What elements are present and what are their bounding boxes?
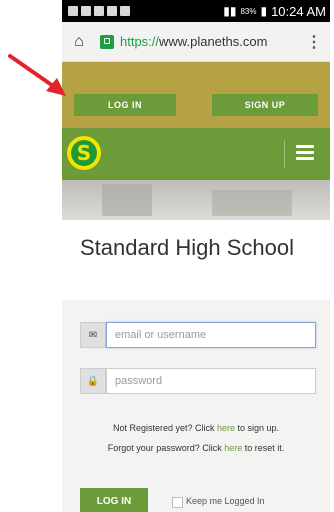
keep-logged-in-label: Keep me Logged In: [186, 496, 265, 506]
signup-message-prefix: Not Registered yet? Click: [112, 423, 217, 433]
envelope-icon: ✉: [80, 322, 106, 348]
hero-image: [62, 180, 330, 220]
notification-icons: [68, 6, 130, 16]
notification-icon: [81, 6, 91, 16]
top-navigation: LOG IN SIGN UP: [62, 62, 330, 128]
clock-time: 10:24 AM: [271, 3, 326, 19]
overflow-menu-icon[interactable]: ⋮: [306, 32, 322, 52]
status-right: ▮▮ 83% ▮ 10:24 AM: [223, 4, 326, 19]
hamburger-menu-icon[interactable]: [296, 145, 314, 161]
signup-link[interactable]: here: [217, 423, 235, 433]
annotation-arrow-icon: [8, 54, 66, 96]
school-logo[interactable]: S: [67, 136, 101, 170]
keep-logged-in-checkbox[interactable]: [172, 497, 183, 508]
lock-icon: [100, 34, 114, 49]
signup-message-suffix: to sign up.: [235, 423, 280, 433]
url-scheme: https://: [120, 34, 160, 49]
page-title: Standard High School: [80, 235, 295, 260]
url-host: www.planeths.com: [159, 34, 268, 49]
status-bar: ▮▮ 83% ▮ 10:24 AM: [62, 0, 330, 22]
login-submit-button[interactable]: LOG IN: [80, 488, 148, 512]
battery-icon: ▮: [260, 4, 268, 18]
divider: [284, 140, 285, 168]
reset-link[interactable]: here: [224, 443, 242, 453]
nav-signup-button[interactable]: SIGN UP: [212, 94, 318, 116]
message-icon: [68, 6, 78, 16]
reset-message: Forgot your password? Click here to rese…: [62, 443, 330, 453]
signup-message: Not Registered yet? Click here to sign u…: [62, 423, 330, 433]
reset-message-suffix: to reset it.: [242, 443, 285, 453]
battery-percent: 83%: [240, 6, 257, 16]
logo-letter: S: [71, 140, 97, 166]
url-text[interactable]: https://www.planeths.com: [120, 34, 267, 49]
email-row: ✉ email or username: [80, 322, 316, 348]
nav-login-button[interactable]: LOG IN: [74, 94, 176, 116]
browser-url-bar[interactable]: ⌂ https://www.planeths.com ⋮: [62, 22, 330, 62]
right-background: [330, 0, 334, 512]
email-input[interactable]: email or username: [106, 322, 316, 348]
phone-screen: ▮▮ 83% ▮ 10:24 AM ⌂ https://www.planeths…: [62, 0, 330, 512]
brand-bar: S: [62, 128, 330, 180]
reset-message-prefix: Forgot your password? Click: [107, 443, 225, 453]
mail-icon: [107, 6, 117, 16]
lock-field-icon: 🔒: [80, 368, 106, 394]
password-input[interactable]: password: [106, 368, 316, 394]
app-icon: [120, 6, 130, 16]
password-row: 🔒 password: [80, 368, 316, 394]
gallery-icon: [94, 6, 104, 16]
signal-icon: ▮▮: [223, 4, 237, 18]
